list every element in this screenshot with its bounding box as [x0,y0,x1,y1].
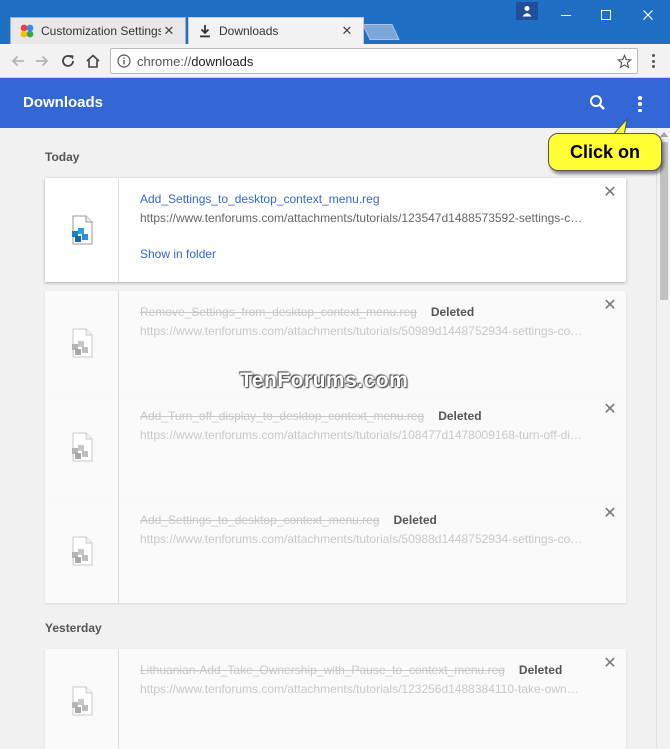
close-tab-icon[interactable]: ✕ [339,23,355,39]
file-name-text: Remove_Settings_from_desktop_context_men… [140,305,417,319]
section-today: Today [45,150,80,164]
watermark: TenForums.com [240,369,409,392]
download-url[interactable]: https://www.tenforums.com/attachments/tu… [140,211,585,225]
download-icon [200,25,210,38]
download-file-name: Add_Turn_off_display_to_desktop_context_… [140,409,482,423]
downloads-list: Today Add_Settings_to_desktop_context_me… [0,128,656,749]
profile-button[interactable] [516,2,538,20]
registry-file-icon [71,686,92,716]
close-tab-icon[interactable]: ✕ [161,23,177,39]
browser-window: Customization Settings c ✕ Downloads ✕ c… [0,0,670,749]
back-button[interactable] [8,51,28,71]
download-url[interactable]: https://www.tenforums.com/attachments/tu… [140,428,585,442]
section-yesterday: Yesterday [45,621,102,635]
download-file-name: Remove_Settings_from_desktop_context_men… [140,305,474,319]
dot [638,108,642,112]
file-name-text: Add_Turn_off_display_to_desktop_context_… [140,409,425,423]
home-button[interactable] [83,51,103,71]
registry-file-icon [71,536,92,566]
reload-icon [62,55,74,67]
title-bar: Customization Settings c ✕ Downloads ✕ [0,0,670,44]
window-close-button[interactable] [626,0,670,30]
url-scheme: chrome:// [137,53,192,69]
dot [651,65,655,68]
file-icon-column [45,499,119,603]
file-icon-column [45,395,119,499]
tab-customization-settings[interactable]: Customization Settings c ✕ [10,17,186,44]
download-file-name: Lithuanian-Add_Take_Ownership_with_Pause… [140,663,562,677]
dot [651,54,655,57]
download-url[interactable]: https://www.tenforums.com/attachments/tu… [140,532,585,546]
dot [638,96,642,100]
download-item: Add_Settings_to_desktop_context_menu.reg… [45,178,626,282]
download-url[interactable]: https://www.tenforums.com/attachments/tu… [140,324,585,338]
download-url[interactable]: https://www.tenforums.com/attachments/tu… [140,682,585,696]
registry-file-icon [71,215,92,245]
info-icon[interactable] [111,54,137,68]
download-item: Add_Settings_to_desktop_context_menu.reg… [45,499,626,603]
tab-title: Customization Settings c [41,24,161,38]
remove-from-list-icon[interactable]: ✕ [603,298,617,314]
tab-downloads[interactable]: Downloads ✕ [188,17,364,44]
chrome-apps-icon [20,24,34,38]
scroll-up-arrow-icon[interactable] [660,132,668,137]
status-badge: Deleted [438,409,482,423]
download-file-name[interactable]: Add_Settings_to_desktop_context_menu.reg [140,192,380,206]
registry-file-icon [71,432,92,462]
registry-file-icon [71,328,92,358]
remove-from-list-icon[interactable]: ✕ [603,506,617,522]
file-name-text: Lithuanian-Add_Take_Ownership_with_Pause… [140,663,505,677]
minimize-icon [561,15,571,16]
download-file-name: Add_Settings_to_desktop_context_menu.reg… [140,513,437,527]
search-icon[interactable] [588,93,608,113]
url-path: downloads [191,53,254,69]
new-tab-button[interactable] [362,24,400,40]
vertical-scrollbar[interactable] [656,128,670,749]
dot [651,59,655,63]
minimize-button[interactable] [544,0,588,30]
file-name-text: Add_Settings_to_desktop_context_menu.reg [140,513,380,527]
status-badge: Deleted [393,513,437,527]
browser-toolbar: chrome://downloads [0,44,670,78]
status-badge: Deleted [518,663,563,677]
tab-title: Downloads [219,24,279,38]
remove-from-list-icon[interactable]: ✕ [603,185,617,201]
downloads-header: Downloads [0,78,670,128]
close-icon [643,10,653,20]
address-url[interactable]: chrome://downloads [137,54,611,69]
download-item: Lithuanian-Add_Take_Ownership_with_Pause… [45,649,626,749]
more-actions-button[interactable] [634,94,646,114]
home-icon [86,54,100,68]
download-item: Add_Turn_off_display_to_desktop_context_… [45,395,626,499]
remove-from-list-icon[interactable]: ✕ [603,402,617,418]
maximize-button[interactable] [584,0,628,30]
forward-arrow-icon [36,55,49,67]
reload-button[interactable] [58,51,78,71]
address-bar[interactable]: chrome://downloads [110,48,638,74]
chrome-menu-button[interactable] [646,52,660,70]
dot [638,102,642,106]
remove-from-list-icon[interactable]: ✕ [603,656,617,672]
show-in-folder-link[interactable]: Show in folder [140,247,216,261]
person-icon [522,6,532,17]
file-icon-column [45,649,119,749]
back-arrow-icon [11,55,24,67]
file-icon-column [45,291,119,395]
scroll-thumb[interactable] [660,142,668,300]
bookmark-star-icon[interactable] [611,53,637,69]
maximize-icon [601,10,611,20]
forward-button[interactable] [32,51,52,71]
status-badge: Deleted [430,305,475,319]
page-title: Downloads [23,94,104,111]
click-on-callout: Click on [548,133,662,171]
file-icon-column [45,178,119,282]
